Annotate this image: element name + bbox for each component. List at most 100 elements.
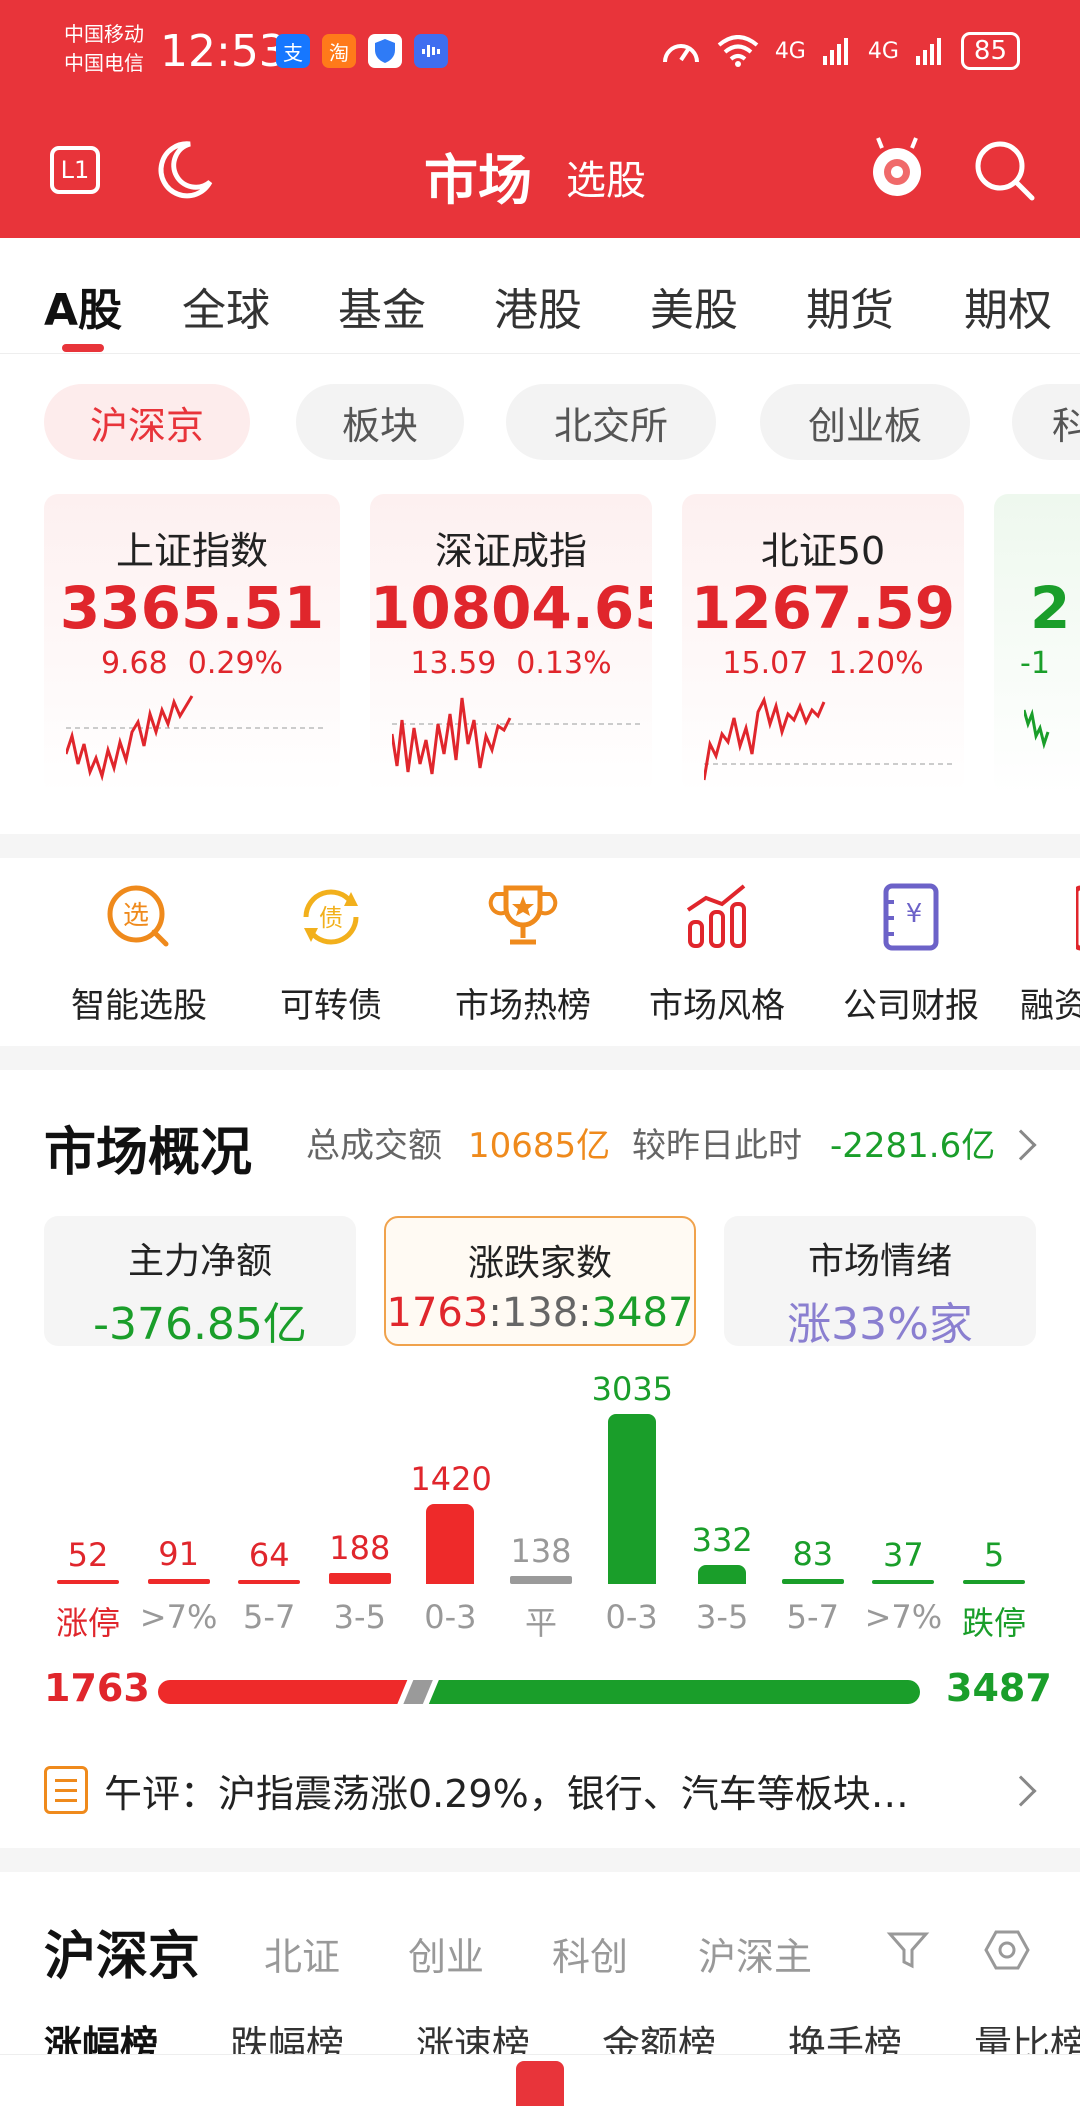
index-sparkline <box>66 695 326 782</box>
tool-label: 公司财报 <box>843 986 979 1026</box>
flat-segment <box>403 1680 433 1704</box>
chip-sectors[interactable]: 板块 <box>296 384 464 460</box>
up-count: 1763 <box>386 1290 489 1336</box>
section-divider <box>0 1046 1080 1070</box>
tab-chinext[interactable]: 创业 <box>408 1926 484 1981</box>
bar-rect <box>963 1580 1025 1584</box>
index-card-partial[interactable]: 2 -1 <box>994 494 1080 794</box>
market-mood-box[interactable]: 市场情绪 涨33%家 <box>724 1216 1036 1350</box>
select-stock-icon: 选 <box>107 885 169 947</box>
chip-hu-shen-jing[interactable]: 沪深京 <box>44 384 250 460</box>
tab-options[interactable]: 期权 <box>964 274 1052 338</box>
mood-value: 涨33%家 <box>787 1299 973 1350</box>
tool-smart-pick[interactable]: 选 智能选股 <box>54 882 224 1027</box>
index-value: 10804.65 <box>370 574 652 642</box>
distribution-bar: 64 <box>229 1536 309 1584</box>
carrier-info: 中国移动 中国电信 <box>64 20 144 78</box>
tab-us-stocks[interactable]: 美股 <box>650 274 738 338</box>
updown-label: 涨跌家数 <box>467 1243 612 1284</box>
bar-rect <box>607 1414 656 1584</box>
separator: : <box>488 1290 502 1336</box>
carrier-1: 中国移动 <box>64 22 144 46</box>
alipay-icon: 支 <box>276 34 310 68</box>
bar-label: >7% <box>864 1598 943 1636</box>
bar-rect <box>698 1565 747 1584</box>
status-time: 12:53 <box>160 26 287 77</box>
bar-count: 91 <box>158 1534 199 1573</box>
tool-convertible-bond[interactable]: 债 可转债 <box>246 882 416 1027</box>
bar-rect <box>147 1578 210 1584</box>
bar-count: 188 <box>329 1529 391 1568</box>
compare-value: -2281.6亿 <box>830 1126 996 1166</box>
tab-star[interactable]: 科创 <box>552 1926 628 1981</box>
tab-main-board[interactable]: 沪深主 <box>698 1926 838 1981</box>
index-value: 3365.51 <box>59 574 325 642</box>
distribution-bar: 52 <box>48 1536 128 1584</box>
updown-count-box[interactable]: 涨跌家数 1763:138:3487 <box>384 1216 696 1346</box>
chevron-right-icon[interactable] <box>1005 1129 1037 1161</box>
net-type-2: 4G <box>867 38 899 64</box>
turnover-value: 10685亿 <box>468 1126 611 1166</box>
compare-label: 较昨日此时 <box>632 1126 802 1166</box>
tool-market-style[interactable]: 市场风格 <box>632 882 802 1027</box>
updown-values: 1763:138:3487 <box>386 1290 694 1336</box>
stock-picker-tab[interactable]: 选股 <box>566 148 646 206</box>
night-mode-icon[interactable] <box>150 138 216 204</box>
tool-hot-list[interactable]: 市场热榜 <box>438 882 608 1027</box>
updown-distribution-chart[interactable]: 52 涨停 91 >7% 64 5-7 188 3-5 1420 0-3 138 平 3035 0-3 33… <box>0 1360 1080 1660</box>
main-net-box[interactable]: 主力净额 -376.85亿 <box>44 1216 356 1350</box>
tool-financial-report[interactable]: ¥ 公司财报 <box>826 882 996 1027</box>
search-icon[interactable] <box>972 138 1036 202</box>
top-header: 中国移动 中国电信 12:53 支 淘 4G 4G 85 L1 市场 选股 <box>0 0 1080 238</box>
tool-label: 市场风格 <box>649 986 785 1026</box>
tool-margin[interactable]: 融资 <box>1020 882 1080 1027</box>
battery-indicator: 85 <box>960 32 1020 70</box>
tab-funds[interactable]: 基金 <box>338 274 426 338</box>
signal-icon <box>822 38 848 65</box>
settings-icon[interactable] <box>984 1928 1030 1972</box>
index-name: 北证50 <box>760 529 886 573</box>
midday-comment[interactable]: 午评：沪指震荡涨0.29%，银行、汽车等板块… <box>44 1760 1044 1820</box>
index-change: 15.07 1.20% <box>682 646 964 681</box>
chip-star[interactable]: 科 <box>1012 384 1080 460</box>
mascot-icon[interactable] <box>866 134 928 204</box>
tab-hk-stocks[interactable]: 港股 <box>494 274 582 338</box>
bar-rect <box>238 1580 301 1584</box>
chip-bse[interactable]: 北交所 <box>506 384 716 460</box>
tab-bse[interactable]: 北证 <box>264 1926 340 1981</box>
change-percent: 0.29% <box>187 646 284 681</box>
index-card-bse50[interactable]: 北证50 1267.59 15.07 1.20% <box>682 494 964 794</box>
tab-futures[interactable]: 期货 <box>806 274 894 338</box>
change-points: 13.59 <box>410 646 497 681</box>
change-points: 15.07 <box>722 646 809 681</box>
bar-label: 3-5 <box>333 1598 386 1636</box>
section-divider <box>0 1848 1080 1872</box>
index-card-sse[interactable]: 上证指数 3365.51 9.68 0.29% <box>44 494 340 794</box>
chip-chinext[interactable]: 创业板 <box>760 384 970 460</box>
updown-ratio-bar <box>158 1680 920 1704</box>
tab-global[interactable]: 全球 <box>182 274 270 338</box>
bar-count: 37 <box>883 1536 924 1574</box>
bar-rect <box>426 1504 475 1584</box>
bar-label: >7% <box>139 1598 218 1636</box>
report-icon: ¥ <box>883 883 939 951</box>
bar-count: 1420 <box>410 1460 492 1499</box>
index-card-szse[interactable]: 深证成指 10804.65 13.59 0.13% <box>370 494 652 794</box>
filter-icon[interactable] <box>886 1928 930 1972</box>
flat-count: 138 <box>501 1290 579 1336</box>
bar-rect <box>510 1576 572 1584</box>
index-sparkline <box>704 695 954 781</box>
distribution-bar: 3035 <box>592 1370 673 1584</box>
comment-text: 午评：沪指震荡涨0.29%，银行、汽车等板块… <box>104 1771 909 1816</box>
distribution-bar: 1420 <box>410 1460 492 1584</box>
level1-button[interactable]: L1 <box>50 146 100 194</box>
net-type-1: 4G <box>774 38 806 64</box>
market-nav-icon[interactable] <box>516 2061 564 2106</box>
separator: : <box>578 1290 592 1336</box>
distribution-bar: 332 <box>682 1521 762 1584</box>
tab-a-shares[interactable]: A股 <box>44 274 122 338</box>
main-net-label: 主力净额 <box>127 1241 272 1282</box>
shield-app-icon <box>368 34 402 68</box>
page-title[interactable]: 市场 <box>424 136 532 215</box>
distribution-bar: 91 <box>139 1535 219 1584</box>
